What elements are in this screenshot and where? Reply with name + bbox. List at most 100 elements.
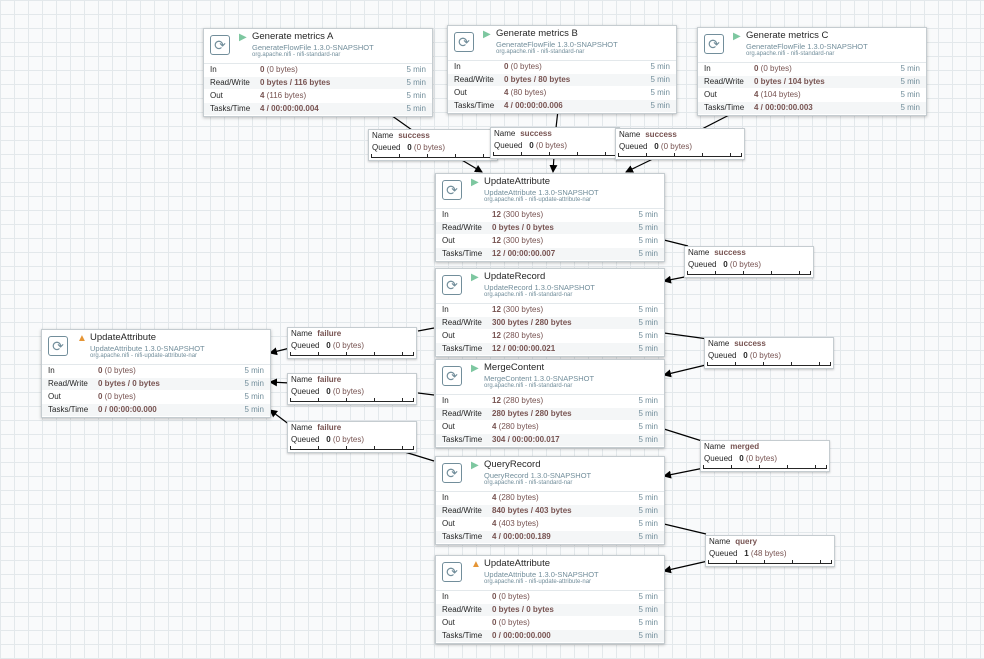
queue-bar xyxy=(290,352,414,356)
stat-tasks-time: Tasks/Time 4 / 00:00:00.189 5 min xyxy=(436,531,664,544)
stat-tasks-time: Tasks/Time 0 / 00:00:00.000 5 min xyxy=(436,630,664,643)
refresh-icon: ⟳ xyxy=(704,34,724,54)
processor-type: GenerateFlowFile 1.3.0-SNAPSHOT xyxy=(252,43,374,52)
connection-failure-merge-content[interactable]: Name failure Queued 0 (0 bytes) xyxy=(287,373,417,405)
connection-failure-update-record[interactable]: Name failure Queued 0 (0 bytes) xyxy=(287,327,417,359)
processor-name: UpdateAttribute xyxy=(90,332,157,343)
connection-success-c[interactable]: Name success Queued 0 (0 bytes) xyxy=(615,128,745,160)
connection-merged[interactable]: Name merged Queued 0 (0 bytes) xyxy=(700,440,830,472)
connection-success-b[interactable]: Name success Queued 0 (0 bytes) xyxy=(490,127,620,159)
stat-read-write: Read/Write 0 bytes / 116 bytes 5 min xyxy=(204,77,432,90)
stat-out: Out 12 (300 bytes) 5 min xyxy=(436,235,664,248)
connection-success-update-attribute[interactable]: Name success Queued 0 (0 bytes) xyxy=(684,246,814,278)
processor-bundle: org.apache.nifi - nifi-update-attribute-… xyxy=(484,579,592,585)
stat-in: In 12 (300 bytes) 5 min xyxy=(436,304,664,317)
stat-in: In 12 (300 bytes) 5 min xyxy=(436,209,664,222)
stat-read-write: Read/Write 0 bytes / 0 bytes 5 min xyxy=(436,222,664,235)
queue-bar xyxy=(290,446,414,450)
stat-out: Out 4 (403 bytes) 5 min xyxy=(436,518,664,531)
processor-name: UpdateAttribute xyxy=(484,558,551,569)
stat-tasks-time: Tasks/Time 12 / 00:00:00.021 5 min xyxy=(436,343,664,356)
queue-bar xyxy=(687,271,811,275)
stat-in: In 0 (0 bytes) 5 min xyxy=(698,63,926,76)
processor-update-attribute-failure[interactable]: ⟳ ▲ UpdateAttribute UpdateAttribute 1.3.… xyxy=(41,329,271,418)
processor-bundle: org.apache.nifi - nifi-update-attribute-… xyxy=(90,353,198,359)
warning-icon: ▲ xyxy=(77,333,87,344)
stat-tasks-time: Tasks/Time 4 / 00:00:00.006 5 min xyxy=(448,100,676,113)
processor-type: UpdateAttribute 1.3.0-SNAPSHOT xyxy=(484,570,599,579)
queue-bar xyxy=(493,152,617,156)
stat-in: In 0 (0 bytes) 5 min xyxy=(204,64,432,77)
play-icon: ▶ xyxy=(471,272,479,283)
processor-type: GenerateFlowFile 1.3.0-SNAPSHOT xyxy=(496,40,618,49)
stat-out: Out 12 (280 bytes) 5 min xyxy=(436,330,664,343)
processor-bundle: org.apache.nifi - nifi-standard-nar xyxy=(496,49,585,55)
queue-bar xyxy=(703,465,827,469)
processor-update-attribute[interactable]: ⟳ ▶ UpdateAttribute UpdateAttribute 1.3.… xyxy=(435,173,665,262)
processor-update-attribute-end[interactable]: ⟳ ▲ UpdateAttribute UpdateAttribute 1.3.… xyxy=(435,555,665,644)
stat-tasks-time: Tasks/Time 304 / 00:00:00.017 5 min xyxy=(436,434,664,447)
processor-header: ⟳ ▶ UpdateRecord UpdateRecord 1.3.0-SNAP… xyxy=(436,269,664,304)
processor-name: UpdateAttribute xyxy=(484,176,551,187)
processor-name: UpdateRecord xyxy=(484,271,546,282)
refresh-icon: ⟳ xyxy=(442,366,462,386)
connection-failure-query-record[interactable]: Name failure Queued 0 (0 bytes) xyxy=(287,421,417,453)
play-icon: ▶ xyxy=(239,32,247,43)
processor-header: ⟳ ▶ Generate metrics C GenerateFlowFile … xyxy=(698,28,926,63)
stat-out: Out 4 (280 bytes) 5 min xyxy=(436,421,664,434)
queue-bar xyxy=(708,560,832,564)
stat-out: Out 4 (80 bytes) 5 min xyxy=(448,87,676,100)
processor-bundle: org.apache.nifi - nifi-standard-nar xyxy=(484,383,573,389)
stat-read-write: Read/Write 0 bytes / 104 bytes 5 min xyxy=(698,76,926,89)
processor-header: ⟳ ▶ Generate metrics B GenerateFlowFile … xyxy=(448,26,676,61)
stat-read-write: Read/Write 840 bytes / 403 bytes 5 min xyxy=(436,505,664,518)
processor-header: ⟳ ▶ QueryRecord QueryRecord 1.3.0-SNAPSH… xyxy=(436,457,664,492)
processor-header: ⟳ ▶ UpdateAttribute UpdateAttribute 1.3.… xyxy=(436,174,664,209)
processor-name: MergeContent xyxy=(484,362,545,373)
processor-query-record[interactable]: ⟳ ▶ QueryRecord QueryRecord 1.3.0-SNAPSH… xyxy=(435,456,665,545)
stat-out: Out 4 (104 bytes) 5 min xyxy=(698,89,926,102)
play-icon: ▶ xyxy=(733,31,741,42)
connection-success-a[interactable]: Name success Queued 0 (0 bytes) xyxy=(368,129,498,161)
stat-read-write: Read/Write 0 bytes / 80 bytes 5 min xyxy=(448,74,676,87)
processor-type: QueryRecord 1.3.0-SNAPSHOT xyxy=(484,471,592,480)
stat-read-write: Read/Write 0 bytes / 0 bytes 5 min xyxy=(436,604,664,617)
processor-type: MergeContent 1.3.0-SNAPSHOT xyxy=(484,374,595,383)
stat-tasks-time: Tasks/Time 12 / 00:00:00.007 5 min xyxy=(436,248,664,261)
refresh-icon: ⟳ xyxy=(442,562,462,582)
stat-read-write: Read/Write 300 bytes / 280 bytes 5 min xyxy=(436,317,664,330)
stat-tasks-time: Tasks/Time 4 / 00:00:00.004 5 min xyxy=(204,103,432,116)
warning-icon: ▲ xyxy=(471,559,481,570)
stat-tasks-time: Tasks/Time 0 / 00:00:00.000 5 min xyxy=(42,404,270,417)
processor-generate-metrics-b[interactable]: ⟳ ▶ Generate metrics B GenerateFlowFile … xyxy=(447,25,677,114)
processor-bundle: org.apache.nifi - nifi-standard-nar xyxy=(746,51,835,57)
processor-bundle: org.apache.nifi - nifi-standard-nar xyxy=(484,292,573,298)
processor-bundle: org.apache.nifi - nifi-update-attribute-… xyxy=(484,197,592,203)
queue-bar xyxy=(290,398,414,402)
processor-update-record[interactable]: ⟳ ▶ UpdateRecord UpdateRecord 1.3.0-SNAP… xyxy=(435,268,665,357)
processor-generate-metrics-a[interactable]: ⟳ ▶ Generate metrics A GenerateFlowFile … xyxy=(203,28,433,117)
refresh-icon: ⟳ xyxy=(48,336,68,356)
stat-in: In 0 (0 bytes) 5 min xyxy=(42,365,270,378)
stat-in: In 4 (280 bytes) 5 min xyxy=(436,492,664,505)
processor-header: ⟳ ▲ UpdateAttribute UpdateAttribute 1.3.… xyxy=(436,556,664,591)
queue-bar xyxy=(707,362,831,366)
refresh-icon: ⟳ xyxy=(442,463,462,483)
processor-name: Generate metrics B xyxy=(496,28,578,39)
processor-generate-metrics-c[interactable]: ⟳ ▶ Generate metrics C GenerateFlowFile … xyxy=(697,27,927,116)
processor-header: ⟳ ▶ Generate metrics A GenerateFlowFile … xyxy=(204,29,432,64)
processor-name: Generate metrics C xyxy=(746,30,829,41)
processor-bundle: org.apache.nifi - nifi-standard-nar xyxy=(484,480,573,486)
refresh-icon: ⟳ xyxy=(454,32,474,52)
connection-success-update-record[interactable]: Name success Queued 0 (0 bytes) xyxy=(704,337,834,369)
stat-read-write: Read/Write 280 bytes / 280 bytes 5 min xyxy=(436,408,664,421)
processor-header: ⟳ ▶ MergeContent MergeContent 1.3.0-SNAP… xyxy=(436,360,664,395)
processor-type: UpdateAttribute 1.3.0-SNAPSHOT xyxy=(484,188,599,197)
connection-query[interactable]: Name query Queued 1 (48 bytes) xyxy=(705,535,835,567)
processor-merge-content[interactable]: ⟳ ▶ MergeContent MergeContent 1.3.0-SNAP… xyxy=(435,359,665,448)
stat-out: Out 0 (0 bytes) 5 min xyxy=(436,617,664,630)
stat-in: In 0 (0 bytes) 5 min xyxy=(448,61,676,74)
queue-bar xyxy=(618,153,742,157)
processor-type: GenerateFlowFile 1.3.0-SNAPSHOT xyxy=(746,42,868,51)
stat-read-write: Read/Write 0 bytes / 0 bytes 5 min xyxy=(42,378,270,391)
